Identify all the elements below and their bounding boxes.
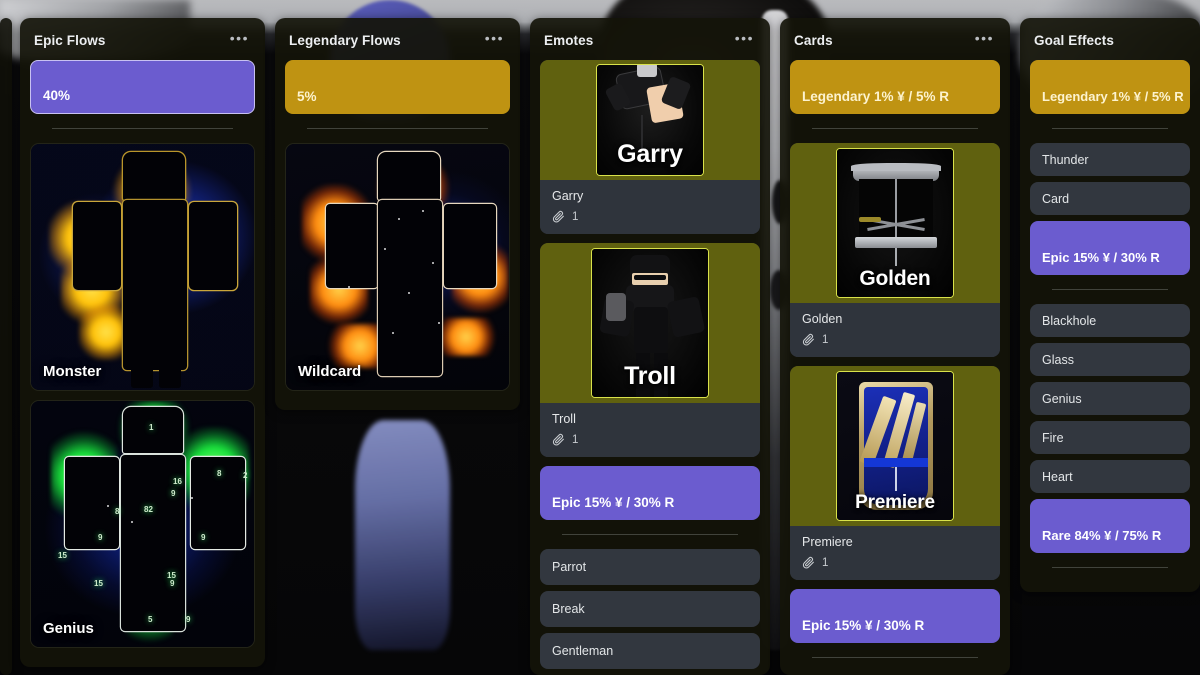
rarity-banner-legendary[interactable]: Legendary 1% ¥ / 5% R [790,60,1000,114]
column-divider [812,128,978,129]
rarity-banner-epic[interactable]: Epic 15% ¥ / 30% R [540,466,760,520]
rarity-banner-epic[interactable]: Epic 15% ¥ / 30% R [1030,221,1190,275]
attachment-count: 1 [552,433,748,446]
ellipsis-horizontal-icon[interactable]: ••• [729,31,756,48]
attachment-count: 1 [802,556,988,569]
column-divider [52,128,233,129]
column-goal-effects: Goal Effects Legendary 1% ¥ / 5% R Thund… [1020,18,1200,592]
list-item[interactable]: Heart [1030,460,1190,493]
item-card-premiere[interactable]: Premiere Premiere 1 [790,366,1000,580]
paperclip-icon [552,433,565,446]
item-cover: Garry [540,60,760,180]
art-card-monster[interactable]: Monster [30,143,255,391]
item-name: Golden [802,312,843,326]
attachment-number: 1 [572,210,579,223]
list-item[interactable]: Blackhole [1030,304,1190,337]
paperclip-icon [802,556,815,569]
list-item[interactable]: Thunder [1030,143,1190,176]
thumbnail-label: Garry [617,140,683,168]
column-header-emotes: Emotes ••• [530,18,770,60]
column-title: Epic Flows [34,32,106,48]
paperclip-icon [552,210,565,223]
column-epic-flows: Epic Flows ••• 40% Monster 16 9 8 2 8 82… [20,18,265,667]
item-card-garry[interactable]: Garry Garry 1 [540,60,760,234]
wildcard-artwork [286,144,509,390]
item-thumbnail: Troll [591,248,709,398]
art-card-label: Wildcard [298,363,362,380]
column-title: Goal Effects [1034,32,1114,48]
attachment-number: 1 [572,433,579,446]
art-card-label: Genius [43,620,94,637]
item-meta: Garry 1 [540,180,760,234]
column-partial-left [0,18,12,675]
item-meta: Premiere 1 [790,526,1000,580]
rarity-banner-epic[interactable]: Epic 15% ¥ / 30% R [790,589,1000,643]
tier-board: Epic Flows ••• 40% Monster 16 9 8 2 8 82… [0,0,1200,675]
art-card-wildcard[interactable]: Wildcard [285,143,510,391]
column-header-epic-flows: Epic Flows ••• [20,18,265,60]
item-name: Garry [552,189,584,203]
column-divider [1052,289,1168,290]
ellipsis-horizontal-icon[interactable] [1178,36,1186,44]
list-item[interactable]: Gentleman [540,633,760,669]
column-legendary-flows: Legendary Flows ••• 5% Wildcard [275,18,520,410]
column-title: Cards [794,32,833,48]
thumbnail-label: Premiere [855,492,935,513]
attachment-number: 1 [822,556,829,569]
item-thumbnail: Garry [596,64,704,176]
item-name: Premiere [802,535,853,549]
ellipsis-horizontal-icon[interactable]: ••• [969,31,996,48]
art-card-label: Monster [43,363,102,380]
column-header-legendary-flows: Legendary Flows ••• [275,18,520,60]
item-meta: Golden 1 [790,303,1000,357]
column-emotes: Emotes ••• Garry Garry 1 Troll Troll 1 E… [530,18,770,675]
column-divider [812,657,978,658]
item-meta: Troll 1 [540,403,760,457]
column-divider [307,128,488,129]
list-item[interactable]: Break [540,591,760,627]
genius-artwork: 16 9 8 2 8 82 9 9 15 15 15 9 5 9 1 [31,401,254,647]
ellipsis-horizontal-icon[interactable]: ••• [224,31,251,48]
monster-artwork [31,144,254,390]
attachment-number: 1 [822,333,829,346]
rarity-banner-epic[interactable]: 40% [30,60,255,114]
item-thumbnail: Premiere [836,371,954,521]
thumbnail-label: Golden [859,267,931,290]
ellipsis-horizontal-icon[interactable]: ••• [479,31,506,48]
list-item[interactable]: Glass [1030,343,1190,376]
paperclip-icon [802,333,815,346]
item-cover: Troll [540,243,760,403]
rarity-banner-rare[interactable]: Rare 84% ¥ / 75% R [1030,499,1190,553]
item-card-golden[interactable]: Golden Golden 1 [790,143,1000,357]
list-item[interactable]: Fire [1030,421,1190,454]
column-title: Legendary Flows [289,32,401,48]
attachment-count: 1 [802,333,988,346]
column-divider [562,534,738,535]
rarity-banner-legendary[interactable]: Legendary 1% ¥ / 5% R [1030,60,1190,114]
column-divider [1052,128,1168,129]
column-title: Emotes [544,32,594,48]
column-header-cards: Cards ••• [780,18,1010,60]
list-item[interactable]: Card [1030,182,1190,215]
item-thumbnail: Golden [836,148,954,298]
attachment-count: 1 [552,210,748,223]
thumbnail-label: Troll [624,362,676,390]
list-item[interactable]: Genius [1030,382,1190,415]
item-name: Troll [552,412,576,426]
item-cover: Premiere [790,366,1000,526]
item-card-troll[interactable]: Troll Troll 1 [540,243,760,457]
item-cover: Golden [790,143,1000,303]
column-divider [1052,567,1168,568]
column-header-goal-effects: Goal Effects [1020,18,1200,60]
column-cards: Cards ••• Legendary 1% ¥ / 5% R Golden G… [780,18,1010,675]
list-item[interactable]: Parrot [540,549,760,585]
rarity-banner-legendary[interactable]: 5% [285,60,510,114]
art-card-genius[interactable]: 16 9 8 2 8 82 9 9 15 15 15 9 5 9 1 Geniu… [30,400,255,648]
